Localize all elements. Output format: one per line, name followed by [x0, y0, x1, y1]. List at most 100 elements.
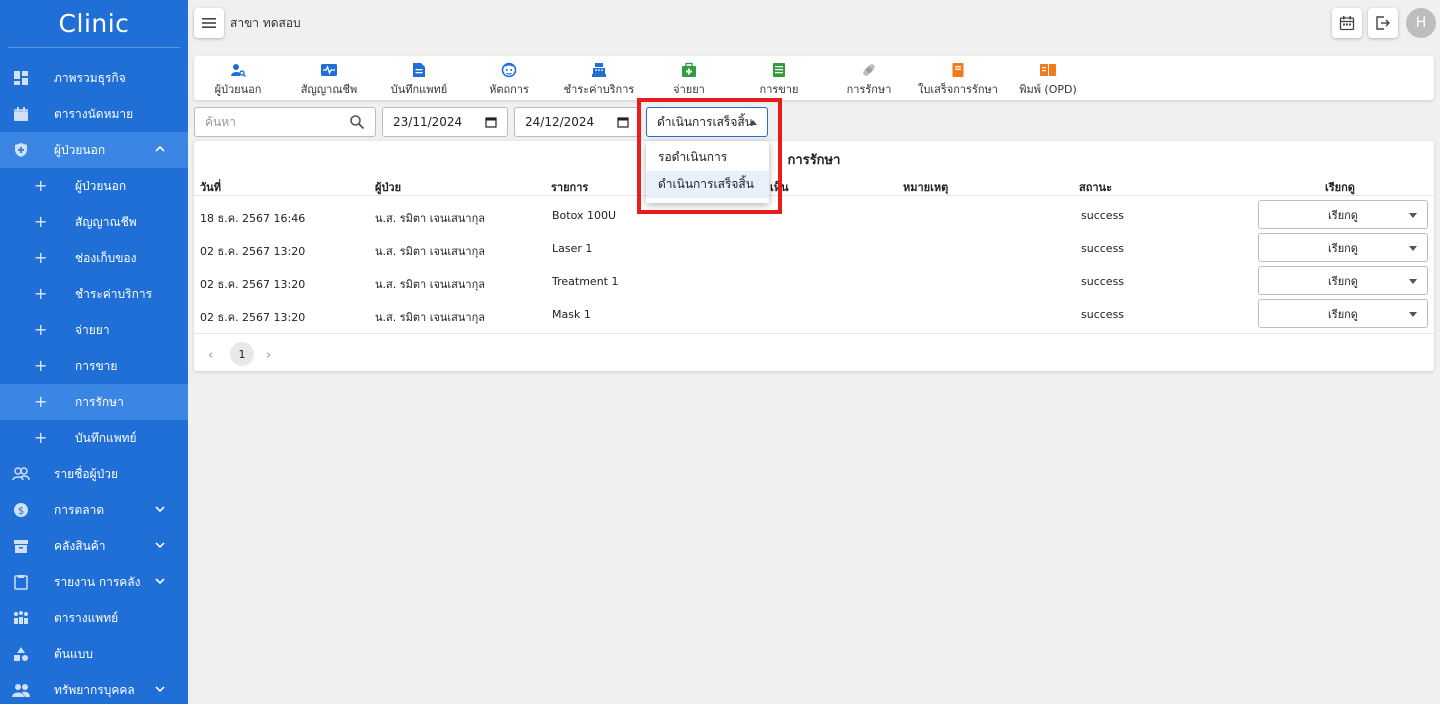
- avatar[interactable]: H: [1406, 8, 1436, 38]
- pager-page-1[interactable]: 1: [230, 342, 254, 366]
- plus-icon: +: [34, 392, 48, 411]
- column-header-item: รายการ: [551, 181, 589, 194]
- chevron-down-icon: [154, 539, 166, 554]
- tool-dispense[interactable]: จ่ายยา: [639, 62, 739, 98]
- vitals-monitor-icon: [321, 64, 337, 76]
- menu-button[interactable]: [194, 8, 224, 38]
- pager-next-icon[interactable]: ›: [266, 348, 271, 363]
- sidebar-item-label: การรักษา: [75, 394, 124, 409]
- receipt-list-icon: [773, 63, 785, 77]
- tool-procedures[interactable]: หัตถการ: [459, 62, 559, 98]
- sidebar-item-label: ชำระค่าบริการ: [75, 286, 153, 301]
- caret-down-icon: [1409, 279, 1417, 284]
- tool-doctor-notes[interactable]: บันทึกแพทย์: [369, 62, 469, 98]
- sidebar-item-hr[interactable]: ทรัพยากรบุคคล: [0, 672, 188, 704]
- sidebar-item-patient-list[interactable]: รายชื่อผู้ป่วย: [0, 456, 188, 492]
- sidebar-subitem-doctor-notes[interactable]: + บันทึกแพทย์: [0, 420, 188, 456]
- people-icon: [12, 681, 30, 699]
- sidebar-subitem-outpatient[interactable]: + ผู้ป่วยนอก: [0, 168, 188, 204]
- sidebar-item-templates[interactable]: ต้นแบบ: [0, 636, 188, 672]
- sidebar-subitem-sales[interactable]: + การขาย: [0, 348, 188, 384]
- dollar-icon: $: [12, 501, 30, 519]
- search-icon[interactable]: [349, 114, 365, 133]
- view-select[interactable]: เรียกดู: [1258, 299, 1428, 328]
- sidebar-item-appointments[interactable]: ตารางนัดหมาย: [0, 96, 188, 132]
- sidebar-item-label: คลังสินค้า: [54, 538, 106, 553]
- cash-register-icon: [592, 63, 606, 77]
- chevron-down-icon: [154, 683, 166, 698]
- date-from-field[interactable]: 23/11/2024: [382, 107, 508, 137]
- sidebar-item-label: บันทึกแพทย์: [75, 430, 137, 445]
- sidebar-subitem-vitals[interactable]: + สัญญาณชีพ: [0, 204, 188, 240]
- view-select[interactable]: เรียกดู: [1258, 200, 1428, 229]
- bandage-icon: [863, 64, 875, 76]
- table-row: 18 ธ.ค. 2567 16:46 น.ส. รมิตา เจนเสนากุล…: [194, 198, 1434, 231]
- user-search-icon: [231, 64, 246, 77]
- calendar-icon: [12, 105, 30, 123]
- action-toolbar: ผู้ป่วยนอก สัญญาณชีพ บันทึกแพทย์ หัตถการ…: [194, 56, 1434, 100]
- sidebar-item-doctor-schedule[interactable]: ตารางแพทย์: [0, 600, 188, 636]
- sidebar-item-label: ทรัพยากรบุคคล: [54, 682, 135, 697]
- plus-icon: +: [34, 248, 48, 267]
- tool-outpatient[interactable]: ผู้ป่วยนอก: [188, 62, 288, 98]
- calendar-button[interactable]: [1332, 8, 1362, 38]
- column-header-date: วันที่: [200, 181, 221, 194]
- sidebar-item-label: การขาย: [75, 358, 118, 373]
- medkit-icon: [682, 62, 696, 77]
- sidebar-item-label: ผู้ป่วยนอก: [75, 178, 127, 193]
- document-icon: [413, 63, 425, 77]
- sidebar-item-inventory[interactable]: คลังสินค้า: [0, 528, 188, 564]
- sidebar-subitem-storage[interactable]: + ช่องเก็บของ: [0, 240, 188, 276]
- highlight-box: [637, 98, 782, 214]
- hamburger-icon: [202, 18, 216, 28]
- plus-icon: +: [34, 176, 48, 195]
- logout-button[interactable]: [1368, 8, 1398, 38]
- sidebar-item-label: สัญญาณชีพ: [75, 214, 137, 229]
- sidebar-item-label: ตารางนัดหมาย: [54, 106, 134, 121]
- sidebar-item-label: รายชื่อผู้ป่วย: [54, 466, 118, 481]
- sidebar-item-label: รายงาน การคลัง: [54, 574, 141, 589]
- chevron-down-icon: [154, 575, 166, 590]
- column-header-status: สถานะ: [1079, 181, 1112, 194]
- view-select[interactable]: เรียกดู: [1258, 266, 1428, 295]
- plus-icon: +: [34, 428, 48, 447]
- face-icon: [501, 62, 517, 78]
- calendar-icon[interactable]: [617, 116, 629, 131]
- column-header-patient: ผู้ป่วย: [375, 181, 402, 194]
- sidebar-subitem-payment[interactable]: + ชำระค่าบริการ: [0, 276, 188, 312]
- shield-icon: [12, 141, 30, 159]
- plus-icon: +: [34, 284, 48, 303]
- tool-vitals[interactable]: สัญญาณชีพ: [279, 62, 379, 98]
- brand-logo: Clinic: [8, 0, 180, 48]
- logout-icon: [1376, 16, 1390, 30]
- sidebar-item-outpatient[interactable]: ผู้ป่วยนอก: [0, 132, 188, 168]
- tool-sales[interactable]: การขาย: [729, 62, 829, 98]
- chevron-down-icon: [154, 503, 166, 518]
- dashboard-icon: [12, 69, 30, 87]
- sidebar-item-finance-report[interactable]: รายงาน การคลัง: [0, 564, 188, 600]
- view-select[interactable]: เรียกดู: [1258, 233, 1428, 262]
- pager-prev-icon[interactable]: ‹: [208, 348, 213, 363]
- sidebar-item-label: ช่องเก็บของ: [75, 250, 137, 265]
- calendar-icon[interactable]: [485, 116, 497, 131]
- sidebar-item-marketing[interactable]: $ การตลาด: [0, 492, 188, 528]
- sidebar-item-label: ผู้ป่วยนอก: [54, 142, 106, 157]
- topbar: สาขา ทดสอบ H: [188, 0, 1440, 48]
- caret-down-icon: [1409, 246, 1417, 251]
- print-book-icon: [1040, 64, 1056, 76]
- tool-treatment-receipt[interactable]: ใบเสร็จการรักษา: [908, 62, 1008, 98]
- sidebar-item-dashboard[interactable]: ภาพรวมธุรกิจ: [0, 60, 188, 96]
- book-icon: [952, 63, 964, 77]
- tool-payment[interactable]: ชำระค่าบริการ: [549, 62, 649, 98]
- search-input[interactable]: ค้นหา: [194, 107, 376, 137]
- shapes-icon: [12, 645, 30, 663]
- sidebar-subitem-dispense[interactable]: + จ่ายยา: [0, 312, 188, 348]
- tool-treatment[interactable]: การรักษา: [819, 62, 919, 98]
- warehouse-icon: [12, 537, 30, 555]
- caret-down-icon: [1409, 213, 1417, 218]
- date-to-field[interactable]: 24/12/2024: [514, 107, 640, 137]
- tool-print-opd[interactable]: พิมพ์ (OPD): [998, 62, 1098, 98]
- sidebar-subitem-treatment[interactable]: + การรักษา: [0, 384, 188, 420]
- clipboard-icon: [12, 573, 30, 591]
- sidebar-item-label: การตลาด: [54, 502, 105, 517]
